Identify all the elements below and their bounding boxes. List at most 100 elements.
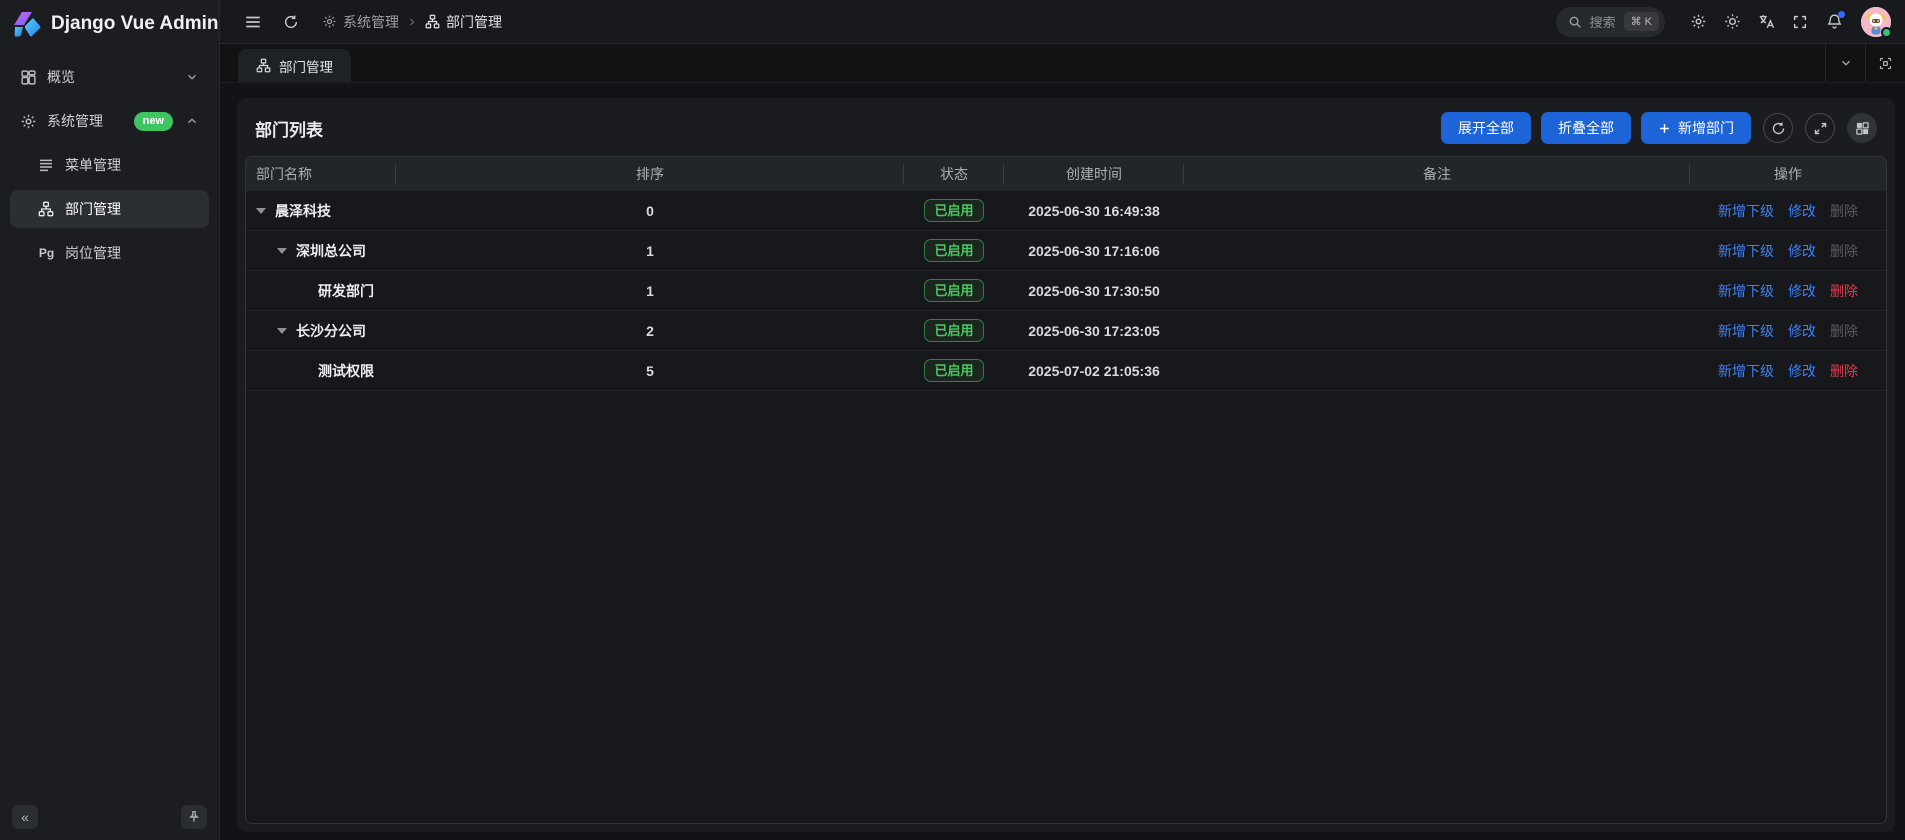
add-department-button[interactable]: 新增部门 <box>1641 112 1751 144</box>
tree-expand-caret[interactable] <box>277 248 287 254</box>
column-header-sort: 排序 <box>396 157 904 191</box>
sidebar-item-overview[interactable]: 概览 <box>10 58 209 96</box>
tree-expand-caret[interactable] <box>256 208 266 214</box>
edit-link[interactable]: 修改 <box>1788 241 1816 261</box>
table-body: 晨泽科技0已启用2025-06-30 16:49:38新增下级修改删除深圳总公司… <box>246 191 1886 391</box>
tab-department-management[interactable]: 部门管理 <box>238 49 351 82</box>
table-row: 晨泽科技0已启用2025-06-30 16:49:38新增下级修改删除 <box>246 191 1886 231</box>
content-maximize-button[interactable] <box>1865 44 1905 82</box>
sidebar-item-department-management[interactable]: 部门管理 <box>10 190 209 228</box>
logo-row[interactable]: Django Vue Admin <box>0 0 219 48</box>
language-button[interactable] <box>1751 7 1781 37</box>
add-child-link[interactable]: 新增下级 <box>1718 241 1774 261</box>
sort-cell: 5 <box>396 351 904 390</box>
sidebar: Django Vue Admin 概览 系统管理 <box>0 0 220 840</box>
sidebar-item-label: 岗位管理 <box>65 243 199 263</box>
global-search[interactable]: 搜索 ⌘ K <box>1556 7 1665 37</box>
status-cell: 已启用 <box>904 191 1004 230</box>
panel-header: 部门列表 展开全部 折叠全部 新增部门 <box>245 108 1887 156</box>
add-child-link[interactable]: 新增下级 <box>1718 361 1774 381</box>
breadcrumb-system[interactable]: 系统管理 <box>322 12 399 32</box>
sidebar-toggle-button[interactable] <box>238 7 268 37</box>
department-panel: 部门列表 展开全部 折叠全部 新增部门 <box>237 98 1895 832</box>
overview-icon <box>20 69 37 86</box>
menu-list-icon <box>38 157 55 174</box>
table-row: 测试权限5已启用2025-07-02 21:05:36新增下级修改删除 <box>246 351 1886 391</box>
notifications-button[interactable] <box>1819 7 1849 37</box>
topbar-actions <box>1683 7 1891 37</box>
sidebar-pin-button[interactable] <box>181 805 207 829</box>
sidebar-item-position-management[interactable]: Pg 岗位管理 <box>10 234 209 272</box>
collapse-all-button[interactable]: 折叠全部 <box>1541 112 1631 144</box>
breadcrumb: 系统管理 部门管理 <box>322 12 502 32</box>
status-cell: 已启用 <box>904 311 1004 350</box>
delete-link[interactable]: 删除 <box>1830 361 1858 381</box>
refresh-icon <box>283 14 299 30</box>
edit-link[interactable]: 修改 <box>1788 281 1816 301</box>
column-header-created: 创建时间 <box>1004 157 1184 191</box>
created-time-cell: 2025-06-30 17:23:05 <box>1004 311 1184 350</box>
refresh-icon <box>1771 121 1786 136</box>
delete-link-disabled: 删除 <box>1830 321 1858 341</box>
notification-dot <box>1838 11 1845 18</box>
add-child-link[interactable]: 新增下级 <box>1718 321 1774 341</box>
edit-link[interactable]: 修改 <box>1788 321 1816 341</box>
sidebar-collapse-button[interactable]: « <box>12 805 38 829</box>
status-cell: 已启用 <box>904 351 1004 390</box>
sidebar-item-system[interactable]: 系统管理 new <box>10 102 209 140</box>
settings-button[interactable] <box>1683 7 1713 37</box>
table-row: 长沙分公司 2已启用2025-06-30 17:23:05 新增下级修改删除 <box>246 311 1886 351</box>
tabbar-spacer <box>351 44 1825 82</box>
department-name-cell: 深圳总公司 <box>246 231 396 270</box>
app-logo-icon <box>12 11 42 38</box>
online-status-dot <box>1881 27 1892 38</box>
column-settings-button[interactable] <box>1847 113 1877 143</box>
breadcrumb-department[interactable]: 部门管理 <box>425 12 502 32</box>
add-child-link[interactable]: 新增下级 <box>1718 281 1774 301</box>
pin-icon <box>187 810 201 824</box>
search-icon <box>1568 15 1582 29</box>
expand-all-button[interactable]: 展开全部 <box>1441 112 1531 144</box>
delete-link[interactable]: 删除 <box>1830 281 1858 301</box>
sidebar-item-menu-management[interactable]: 菜单管理 <box>10 146 209 184</box>
gear-icon <box>1690 13 1707 30</box>
sort-cell: 1 <box>396 271 904 310</box>
chevron-up-icon <box>185 114 199 128</box>
remark-cell <box>1184 231 1690 270</box>
breadcrumb-label: 系统管理 <box>343 12 399 32</box>
fullscreen-button[interactable] <box>1785 7 1815 37</box>
sitemap-icon <box>425 14 440 29</box>
department-name-cell: 研发部门 <box>246 271 396 310</box>
remark-cell <box>1184 191 1690 230</box>
sun-icon <box>1724 13 1741 30</box>
edit-link[interactable]: 修改 <box>1788 361 1816 381</box>
department-name: 深圳总公司 <box>296 241 366 261</box>
department-name-cell: 晨泽科技 <box>246 191 396 230</box>
add-child-link[interactable]: 新增下级 <box>1718 201 1774 221</box>
table-fullscreen-button[interactable] <box>1805 113 1835 143</box>
sort-cell: 2 <box>396 311 904 350</box>
fullscreen-icon <box>1792 14 1808 30</box>
tree-expand-caret[interactable] <box>277 328 287 334</box>
sidebar-nav: 概览 系统管理 new <box>0 48 219 794</box>
page-title: 部门列表 <box>255 116 323 141</box>
tabs-dropdown-button[interactable] <box>1825 44 1865 82</box>
hamburger-icon <box>244 13 262 31</box>
refresh-button[interactable] <box>276 7 306 37</box>
created-time-cell: 2025-06-30 17:16:06 <box>1004 231 1184 270</box>
tab-label: 部门管理 <box>279 56 333 76</box>
user-avatar[interactable] <box>1861 7 1891 37</box>
department-name: 研发部门 <box>318 281 374 301</box>
department-name: 长沙分公司 <box>296 321 366 341</box>
pg-text-icon: Pg <box>38 246 55 260</box>
panel-toolbar: 展开全部 折叠全部 新增部门 <box>1441 112 1877 144</box>
main-column: 系统管理 部门管理 搜索 <box>220 0 1905 840</box>
remark-cell <box>1184 351 1690 390</box>
table-refresh-button[interactable] <box>1763 113 1793 143</box>
edit-link[interactable]: 修改 <box>1788 201 1816 221</box>
created-time-cell: 2025-06-30 16:49:38 <box>1004 191 1184 230</box>
department-name-cell: 长沙分公司 <box>246 311 396 350</box>
theme-toggle-button[interactable] <box>1717 7 1747 37</box>
actions-cell: 新增下级修改删除 <box>1690 351 1886 390</box>
sidebar-footer: « <box>0 794 219 840</box>
